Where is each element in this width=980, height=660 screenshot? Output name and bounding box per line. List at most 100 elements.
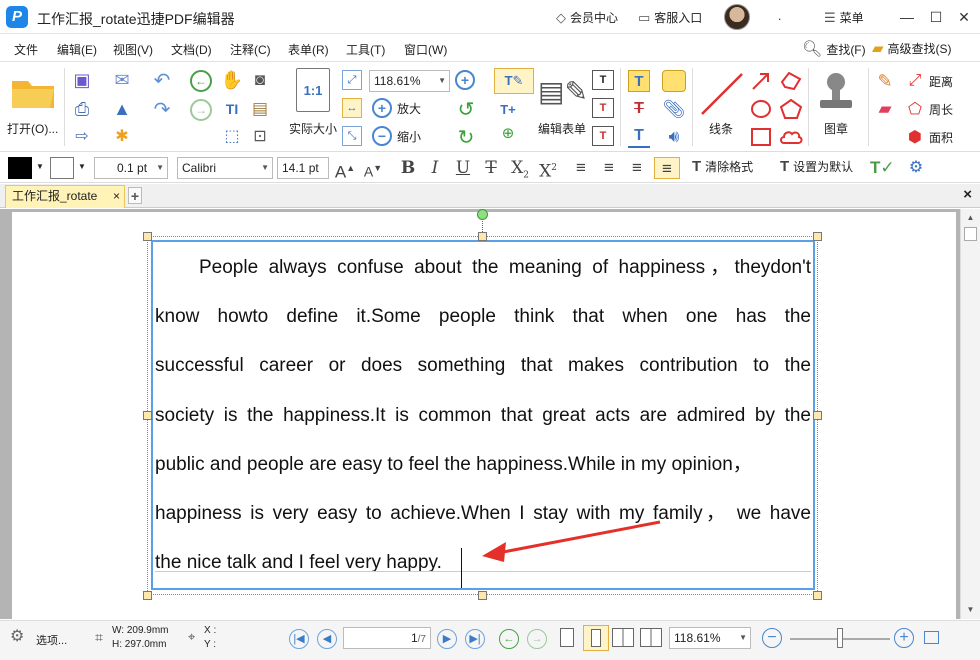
- fit-page-icon[interactable]: ⤢: [342, 70, 362, 90]
- redo-icon[interactable]: ↷: [150, 97, 174, 121]
- distance-icon[interactable]: ⤢: [904, 70, 926, 92]
- polygon-icon[interactable]: [779, 98, 803, 120]
- undo-icon[interactable]: ↶: [150, 68, 174, 92]
- vertical-scrollbar[interactable]: ▲ ▼: [960, 209, 980, 619]
- select-text-icon[interactable]: TI: [220, 97, 244, 121]
- clear-format-button[interactable]: T 清除格式: [692, 158, 753, 175]
- scroll-thumb[interactable]: [964, 227, 977, 241]
- fill-color-swatch[interactable]: [8, 157, 32, 179]
- rotate-right-icon[interactable]: ↻: [455, 126, 477, 149]
- resize-handle[interactable]: [813, 591, 822, 600]
- last-page-icon[interactable]: ▶|: [465, 629, 485, 649]
- font-family-select[interactable]: Calibri ▼: [177, 157, 273, 179]
- menu-edit[interactable]: 编辑(E): [57, 41, 97, 58]
- snapshot-icon[interactable]: ◙: [248, 68, 272, 92]
- align-left-icon[interactable]: ≡: [570, 157, 592, 179]
- menu-file[interactable]: 文件: [14, 41, 38, 58]
- polygon-line-icon[interactable]: [779, 70, 803, 92]
- close-panel-icon[interactable]: ×: [963, 186, 972, 203]
- ellipse-icon[interactable]: [750, 98, 772, 120]
- continuous-page-icon[interactable]: [583, 625, 609, 651]
- find-button[interactable]: 🔍︎ 查找(F): [802, 39, 866, 59]
- back-view-icon[interactable]: ←: [499, 629, 519, 649]
- add-image-icon[interactable]: ⊕: [496, 122, 520, 144]
- underline-button[interactable]: U: [453, 157, 473, 179]
- align-center-icon[interactable]: ≡: [598, 157, 620, 179]
- eraser-icon[interactable]: ▰: [874, 98, 896, 120]
- menu-form[interactable]: 表单(R): [288, 41, 329, 58]
- set-default-button[interactable]: T 设置为默认: [780, 158, 853, 175]
- cloud-icon[interactable]: [779, 126, 803, 148]
- superscript-button[interactable]: X2: [537, 157, 559, 182]
- font-size-select[interactable]: 14.1 pt: [277, 157, 329, 179]
- tab-document[interactable]: 工作汇报_rotate ×: [5, 185, 125, 208]
- maximize-button[interactable]: ☐: [925, 6, 947, 28]
- prev-page-icon[interactable]: ◀: [317, 629, 337, 649]
- menu-tools[interactable]: 工具(T): [346, 41, 385, 58]
- perimeter-icon[interactable]: ⬠: [904, 98, 926, 120]
- single-page-icon[interactable]: [560, 628, 574, 647]
- menu-comment[interactable]: 注释(C): [230, 41, 271, 58]
- edit-form-icon[interactable]: ▤✎: [538, 68, 588, 114]
- area-icon[interactable]: ⬢: [904, 126, 926, 148]
- fit-width-icon[interactable]: ↔: [342, 98, 362, 118]
- resize-handle[interactable]: [478, 232, 487, 241]
- scroll-up-icon[interactable]: ▲: [964, 213, 977, 225]
- zoom-in-status-icon[interactable]: +: [894, 628, 914, 648]
- zoom-in-label[interactable]: 放大: [397, 100, 421, 117]
- options-button[interactable]: 选项...: [36, 632, 67, 648]
- scroll-down-icon[interactable]: ▼: [964, 605, 977, 617]
- page-number-input[interactable]: 1/7: [343, 627, 431, 649]
- customer-service-button[interactable]: ▭ 客服入口: [638, 9, 702, 26]
- distance-label[interactable]: 距离: [929, 73, 953, 90]
- text-field-red-icon[interactable]: T: [592, 98, 614, 118]
- pencil-icon[interactable]: ✎: [874, 70, 896, 92]
- chevron-down-icon[interactable]: ▼: [36, 162, 44, 171]
- hand-tool-icon[interactable]: ✋: [220, 68, 244, 92]
- export-icon[interactable]: ⇨: [70, 124, 94, 148]
- add-text-icon[interactable]: T+: [496, 98, 520, 120]
- subscript-button[interactable]: X2: [509, 157, 531, 180]
- area-label[interactable]: 面积: [929, 129, 953, 146]
- continuous-facing-icon[interactable]: [640, 628, 662, 647]
- close-icon[interactable]: ×: [113, 186, 120, 207]
- actual-size-icon[interactable]: 1:1: [296, 68, 330, 112]
- zoom-area-icon[interactable]: ⊡: [248, 124, 272, 148]
- bold-button[interactable]: B: [398, 157, 418, 179]
- resize-handle[interactable]: [813, 411, 822, 420]
- zoom-in-icon[interactable]: +: [455, 70, 475, 90]
- avatar[interactable]: [724, 4, 750, 30]
- status-zoom-select[interactable]: 118.61% ▼: [669, 627, 751, 649]
- member-center-button[interactable]: ◇ 会员中心: [556, 9, 618, 26]
- paste-icon[interactable]: ▤: [248, 97, 272, 121]
- facing-pages-icon[interactable]: [612, 628, 634, 647]
- zoom-out-label[interactable]: 缩小: [397, 128, 421, 145]
- fit-visible-icon[interactable]: ⤡: [342, 126, 362, 146]
- chevron-down-icon[interactable]: ▼: [78, 162, 86, 171]
- rotate-left-icon[interactable]: ↺: [455, 98, 477, 121]
- text-field-icon[interactable]: T: [592, 70, 614, 90]
- back-icon[interactable]: ←: [190, 70, 212, 92]
- perimeter-label[interactable]: 周长: [929, 101, 953, 118]
- forward-icon[interactable]: →: [190, 99, 212, 121]
- minimize-button[interactable]: —: [896, 6, 918, 28]
- rectangle-icon[interactable]: [750, 126, 772, 148]
- resize-handle[interactable]: [143, 232, 152, 241]
- text-check-icon[interactable]: T✓: [870, 157, 895, 179]
- zoom-select[interactable]: 118.61% ▼: [369, 70, 450, 92]
- next-page-icon[interactable]: ▶: [437, 629, 457, 649]
- typewriter-icon[interactable]: T: [628, 70, 650, 92]
- menu-window[interactable]: 窗口(W): [404, 41, 447, 58]
- first-page-icon[interactable]: |◀: [289, 629, 309, 649]
- increase-font-icon[interactable]: A▲: [334, 157, 356, 182]
- stroke-color-swatch[interactable]: [50, 157, 74, 179]
- rotation-handle[interactable]: [477, 209, 488, 220]
- zoom-in-plus-icon[interactable]: +: [372, 98, 392, 118]
- print-icon[interactable]: ⎙: [70, 97, 94, 121]
- resize-handle[interactable]: [143, 411, 152, 420]
- stroke-width-select[interactable]: 0.1 pt ▼: [94, 157, 168, 179]
- gear-icon[interactable]: ⚙: [10, 626, 24, 646]
- add-tab-button[interactable]: +: [128, 187, 142, 204]
- zoom-slider-thumb[interactable]: [837, 628, 843, 648]
- resize-handle[interactable]: [143, 591, 152, 600]
